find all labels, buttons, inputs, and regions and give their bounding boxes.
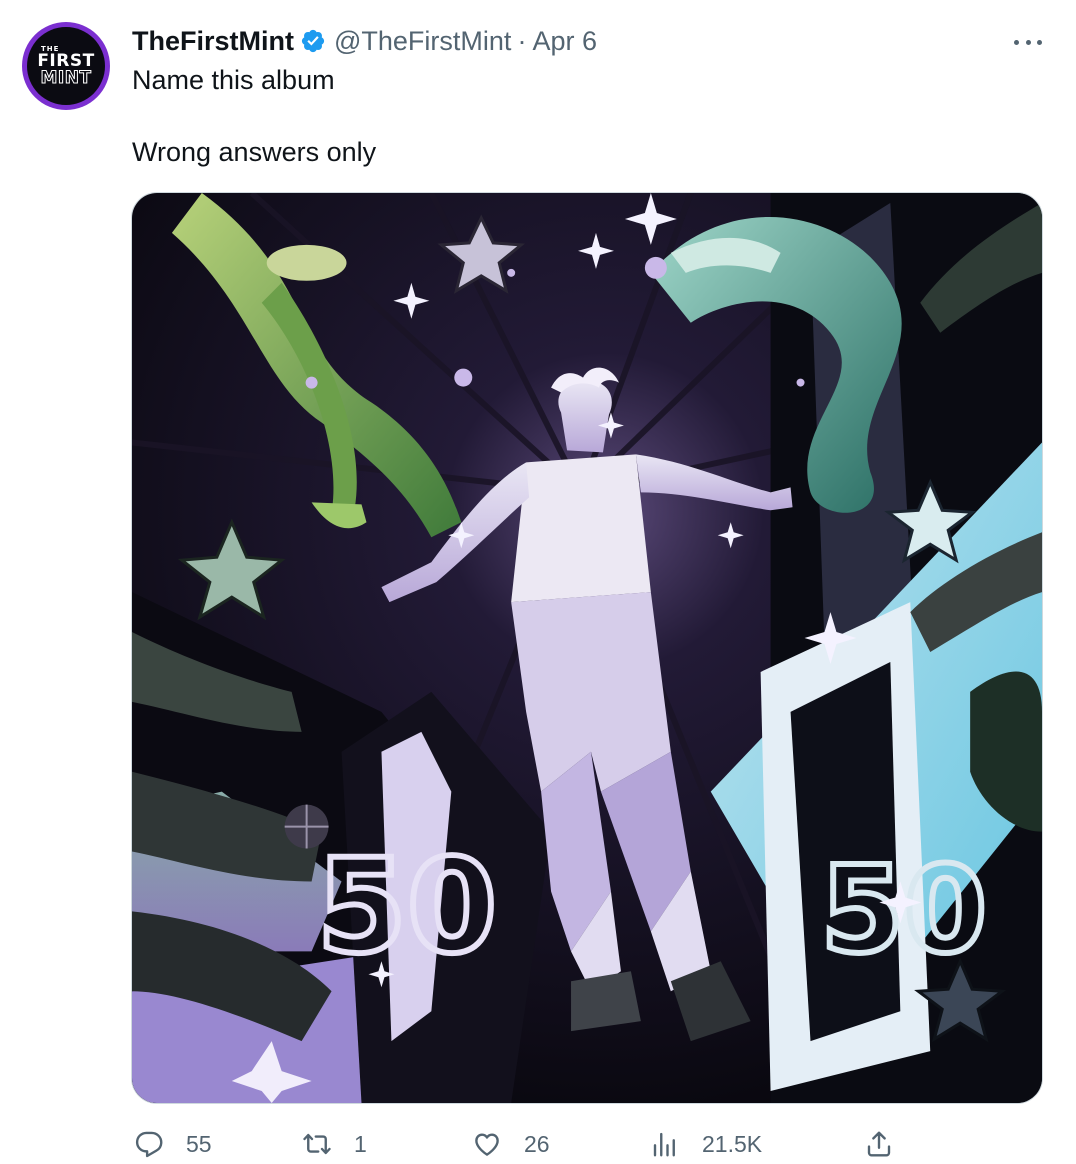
more-dot (1014, 39, 1019, 45)
like-count: 26 (524, 1130, 550, 1157)
album-art-image[interactable]: 50 50 (131, 192, 1043, 1104)
view-count: 21.5K (702, 1130, 763, 1157)
avatar-logo: THE FIRST MINT (27, 27, 105, 105)
avatar-logo-line-2: FIRST (37, 50, 95, 71)
verified-badge-icon[interactable] (300, 28, 326, 54)
views-button[interactable]: 21.5K (650, 1124, 762, 1164)
tweet-header: TheFirstMint @TheFirstMint · Apr 6 (132, 26, 597, 56)
heart-icon (475, 1133, 499, 1156)
views-icon (653, 1132, 675, 1157)
reply-icon (135, 1131, 163, 1158)
separator-dot: · (517, 25, 527, 56)
reply-button[interactable]: 55 (134, 1124, 212, 1164)
avatar[interactable]: THE FIRST MINT (22, 22, 110, 110)
retweet-icon (303, 1133, 331, 1155)
tweet-text-line-2: Wrong answers only (132, 137, 377, 167)
share-button[interactable] (864, 1124, 894, 1164)
retweet-button[interactable]: 1 (302, 1124, 367, 1164)
tweet-text-line-1: Name this album (132, 65, 335, 95)
album-art-illustration: 50 50 (132, 193, 1042, 1103)
more-dots-icon[interactable] (1010, 30, 1046, 54)
reply-count: 55 (186, 1130, 212, 1157)
tweet-text: Name this album Wrong answers only (132, 62, 1012, 170)
tweet-date[interactable]: Apr 6 (532, 26, 597, 57)
tweet-action-bar: 55 1 26 21.5K (0, 1124, 1076, 1164)
user-handle[interactable]: @TheFirstMint (334, 26, 511, 57)
avatar-logo-line-3: MINT (40, 67, 92, 88)
more-dot (1037, 39, 1042, 45)
like-button[interactable]: 26 (472, 1124, 550, 1164)
svg-text:50: 50 (317, 831, 497, 982)
more-dot (1025, 39, 1031, 45)
share-icon (867, 1131, 891, 1157)
retweet-count: 1 (354, 1130, 367, 1157)
display-name[interactable]: TheFirstMint (132, 26, 294, 57)
